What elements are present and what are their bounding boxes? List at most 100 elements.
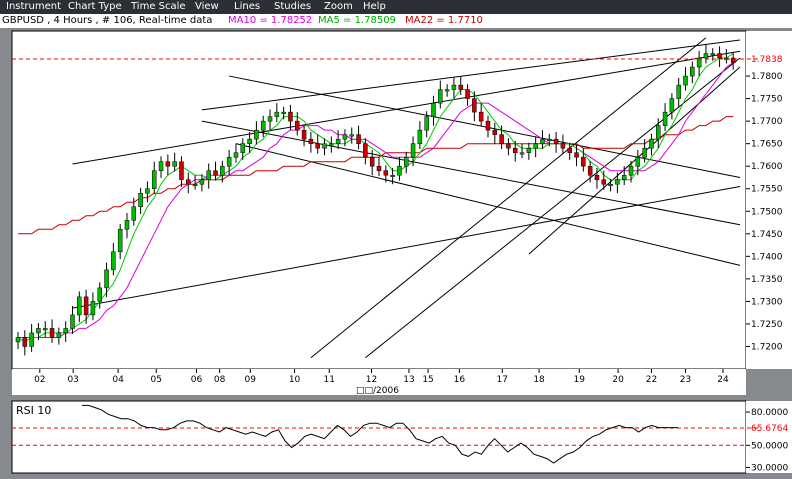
xtick-label: 24 <box>717 375 729 385</box>
candle-body <box>608 183 613 186</box>
candle-body <box>220 165 225 176</box>
xtick-label: 23 <box>680 375 691 385</box>
candle-body <box>356 134 361 144</box>
candle-body <box>567 147 572 153</box>
xtick-label: 18 <box>533 375 545 385</box>
candle-body <box>295 120 300 131</box>
menu-instrument[interactable]: Instrument <box>6 1 61 12</box>
candle-body <box>274 111 280 117</box>
candle-body <box>63 328 68 334</box>
menu-help[interactable]: Help <box>363 1 386 12</box>
candle-body <box>70 314 75 329</box>
xtick-label: 05 <box>151 375 162 385</box>
candle-body <box>717 53 722 59</box>
menu-studies[interactable]: Studies <box>274 1 311 12</box>
candle-body <box>410 143 416 158</box>
candle-body <box>172 161 177 167</box>
xtick-label: 10 <box>289 375 301 385</box>
candle-body <box>186 179 191 185</box>
candle-body <box>369 156 375 167</box>
candle-body <box>703 53 709 59</box>
ytick-label: 1.7300 <box>751 297 783 307</box>
candle-body <box>690 66 695 77</box>
candle-body <box>628 165 634 176</box>
xtick-label: 03 <box>67 375 78 385</box>
candle-body <box>417 129 423 144</box>
candle-body <box>124 220 130 230</box>
candle-body <box>42 328 48 331</box>
candle-body <box>206 170 211 180</box>
menu-lines[interactable]: Lines <box>234 1 260 12</box>
candle-body <box>458 84 463 90</box>
candle-body <box>478 111 484 122</box>
candle-body <box>267 116 273 122</box>
candle-body <box>560 143 566 149</box>
candle-body <box>192 183 198 186</box>
ytick-label: 1.7550 <box>751 185 783 195</box>
candle-body <box>301 129 307 140</box>
xtick-label: 11 <box>324 375 335 385</box>
candle-body <box>308 138 314 144</box>
ytick-label: 1.7650 <box>751 140 783 150</box>
price-chart[interactable]: 1.7200 1.7250 1.7300 1.7350 1.7400 1.7450 1.75… <box>0 28 792 398</box>
candle-body <box>158 161 164 171</box>
rsi-ytick-label: 50.0000 <box>751 441 788 451</box>
candle-body <box>635 156 641 167</box>
candle-body <box>179 161 184 180</box>
candle-body <box>363 143 368 158</box>
menu-zoom[interactable]: Zoom <box>324 1 353 12</box>
candle-body <box>451 84 457 90</box>
candle-body <box>97 287 102 302</box>
candle-body <box>288 111 293 122</box>
candle-body <box>581 156 586 167</box>
xtick-label: 08 <box>214 375 226 385</box>
candle-body <box>90 301 96 316</box>
legend-ma10: MA10 = 1.78252 <box>228 15 313 26</box>
candle-body <box>499 134 504 144</box>
candle-body <box>29 332 34 347</box>
candle-body <box>315 143 320 149</box>
candle-body <box>574 152 579 158</box>
candle-body <box>213 170 218 176</box>
ytick-label: 1.7400 <box>751 252 783 262</box>
xtick-label: 16 <box>454 375 466 385</box>
candle-body <box>329 143 334 146</box>
candle-body <box>240 143 246 153</box>
candle-body <box>533 143 538 149</box>
candle-body <box>444 89 450 92</box>
ytick-label: 1.7600 <box>751 162 783 172</box>
candle-body <box>111 251 116 271</box>
main-plot-area <box>11 30 747 370</box>
candle-body <box>145 188 150 194</box>
menu-view[interactable]: View <box>195 1 219 12</box>
candle-body <box>472 98 477 113</box>
candle-body <box>553 138 559 144</box>
legend-ma22: MA22 = 1.7710 <box>405 15 483 26</box>
rsi-chart[interactable]: RSI 10 80.0000 50.0000 30.0000 65.6764 <box>0 398 792 479</box>
xtick-label: 06 <box>191 375 203 385</box>
candle-body <box>199 179 205 185</box>
candle-body <box>465 89 470 99</box>
candle-body <box>642 147 647 158</box>
candle-body <box>233 152 239 158</box>
xtick-label: 20 <box>612 375 624 385</box>
candle-body <box>403 156 409 167</box>
candle-body <box>540 138 545 144</box>
candle-body <box>662 111 668 126</box>
candle-body <box>15 337 21 343</box>
candle-body <box>49 328 55 338</box>
candle-body <box>138 192 143 208</box>
candle-body <box>104 269 109 289</box>
candle-body <box>526 147 532 153</box>
chart-legend: GBPUSD , 4 Hours , # 106, Real-time data… <box>0 14 792 28</box>
candle-body <box>710 53 716 56</box>
candle-body <box>485 120 491 131</box>
menu-time-scale[interactable]: Time Scale <box>131 1 186 12</box>
candle-body <box>431 102 436 117</box>
menu-chart-type[interactable]: Chart Type <box>68 1 122 12</box>
ytick-label: 1.7250 <box>751 320 783 330</box>
candle-body <box>322 143 327 149</box>
candle-body <box>36 328 41 334</box>
xtick-label: 09 <box>245 375 257 385</box>
ytick-label: 1.7450 <box>751 230 783 240</box>
